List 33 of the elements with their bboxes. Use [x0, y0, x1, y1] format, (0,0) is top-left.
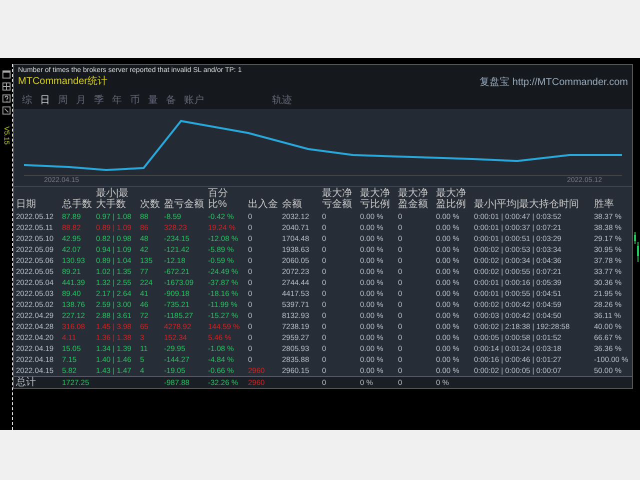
help-icon[interactable]	[2, 94, 10, 103]
column-header: 最大净盈金额	[396, 187, 434, 211]
period-tab[interactable]: 年	[110, 93, 124, 107]
candlestick-icon	[634, 232, 640, 262]
period-tab[interactable]: 月	[74, 93, 88, 107]
total-label: 总计	[14, 376, 60, 388]
period-tab[interactable]: 季	[92, 93, 106, 107]
column-header: 最小|最大手数	[94, 187, 138, 211]
website-link[interactable]: 复盘宝 http://MTCommander.com	[480, 75, 628, 89]
period-tab[interactable]: 日	[38, 93, 52, 107]
period-tab[interactable]: 轨迹	[270, 93, 294, 107]
column-header: 日期	[14, 187, 60, 211]
period-tab[interactable]: 币	[128, 93, 142, 107]
panel-title: MTCommander统计	[18, 74, 108, 88]
column-header: 最大净亏金额	[320, 187, 358, 211]
column-header: 总手数	[60, 187, 94, 211]
column-header: 最小|平均|最大持仓时间	[472, 187, 592, 211]
column-header: 最大净亏比例	[358, 187, 396, 211]
column-header: 出入金	[246, 187, 280, 211]
column-header: 盈亏金额	[162, 187, 206, 211]
column-header: 百分比%	[206, 187, 246, 211]
column-header: 最大净盈比例	[434, 187, 472, 211]
period-tab[interactable]: 账户	[182, 93, 206, 107]
period-tab[interactable]: 量	[146, 93, 160, 107]
grid-icon[interactable]	[2, 82, 10, 91]
column-header: 余额	[280, 187, 320, 211]
period-tab[interactable]: 周	[56, 93, 70, 107]
window-icon[interactable]	[2, 70, 10, 79]
resize-icon[interactable]	[2, 106, 10, 115]
period-tab[interactable]: 综	[20, 93, 34, 107]
column-header: 次数	[138, 187, 162, 211]
period-tab[interactable]: 备	[164, 93, 178, 107]
column-header: 胜率	[592, 187, 632, 211]
